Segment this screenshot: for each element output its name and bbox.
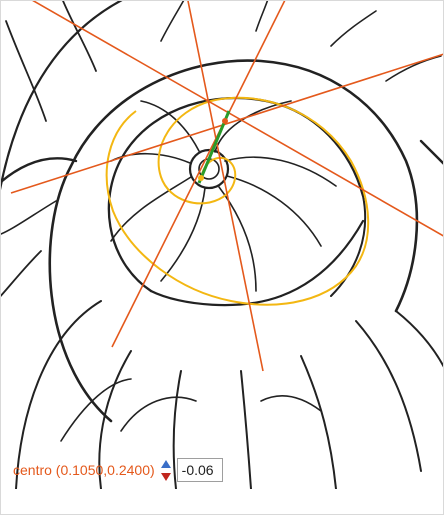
value-input[interactable] (176, 458, 223, 482)
triangle-down-icon[interactable] (159, 470, 173, 483)
radial-lines (10, 1, 443, 372)
value-stepper[interactable] (159, 457, 173, 483)
triangle-up-icon[interactable] (159, 457, 173, 470)
geometry-app: centro (0.1050,0.2400) (0, 0, 444, 515)
spiral-handle[interactable] (198, 175, 204, 181)
center-readout: centro (0.1050,0.2400) (13, 462, 155, 478)
nautilus-figure (1, 1, 443, 489)
center-controls: centro (0.1050,0.2400) (13, 456, 223, 484)
drawing-canvas[interactable] (1, 1, 443, 489)
center-point[interactable] (222, 118, 228, 124)
nautilus-shell-image (1, 1, 443, 489)
